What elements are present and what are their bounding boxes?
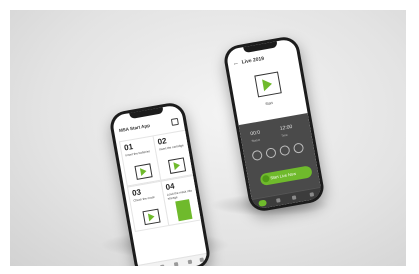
- package-icon: [142, 208, 161, 226]
- stat-label-2: Time: [280, 132, 288, 138]
- stat-label-1: Status: [251, 137, 261, 144]
- bottom-tab-bar: [137, 252, 209, 266]
- step-number: 02: [156, 136, 168, 147]
- item-label: Start: [265, 100, 274, 107]
- package-icon: [134, 163, 153, 180]
- control-icon-2[interactable]: [265, 147, 277, 159]
- start-button-label: Start Live Now: [269, 170, 297, 181]
- phone-right-screen: ← Live 2019 Start 00:0 Status 12:00 Time…: [225, 38, 323, 210]
- step-number: 04: [164, 181, 176, 192]
- tab-home-icon[interactable]: [258, 199, 268, 207]
- control-icon-4[interactable]: [292, 142, 305, 154]
- start-button[interactable]: Start Live Now: [259, 165, 313, 187]
- stat-value-1: 00:0: [249, 129, 261, 138]
- control-icon-3[interactable]: [278, 144, 291, 157]
- back-arrow-icon[interactable]: ←: [232, 60, 239, 67]
- stats-panel: 00:0 Status 12:00 Time Start Live Now: [238, 112, 323, 210]
- control-icon-1[interactable]: [251, 149, 263, 162]
- product-mockup-background: MSA Start App 01 Insert the batteries 02…: [10, 10, 406, 266]
- step-card-2[interactable]: 02 Insert the cartridge: [152, 129, 195, 181]
- tab-info-icon[interactable]: [187, 259, 193, 265]
- tab-steps-icon[interactable]: [276, 198, 281, 203]
- screen-title: Live 2019: [241, 55, 265, 66]
- package-illustration-icon: [254, 71, 282, 98]
- stat-value-2: 12:00: [279, 123, 293, 132]
- tab-steps-icon[interactable]: [160, 264, 165, 266]
- phone-right: ← Live 2019 Start 00:0 Status 12:00 Time…: [221, 34, 327, 214]
- app-title: MSA Start App: [118, 122, 151, 134]
- menu-icon[interactable]: [170, 117, 179, 126]
- start-button-icon: [261, 174, 270, 183]
- package-icon: [167, 157, 187, 174]
- step-card-4[interactable]: 04 Load the mask into storage: [160, 174, 203, 227]
- storage-box-icon: [175, 199, 193, 222]
- tab-search-icon[interactable]: [173, 262, 179, 266]
- step-number: 01: [123, 142, 134, 153]
- tab-profile-icon[interactable]: [309, 192, 315, 197]
- tab-profile-icon[interactable]: [199, 257, 205, 263]
- step-number: 03: [131, 187, 142, 198]
- tab-search-icon[interactable]: [291, 195, 297, 200]
